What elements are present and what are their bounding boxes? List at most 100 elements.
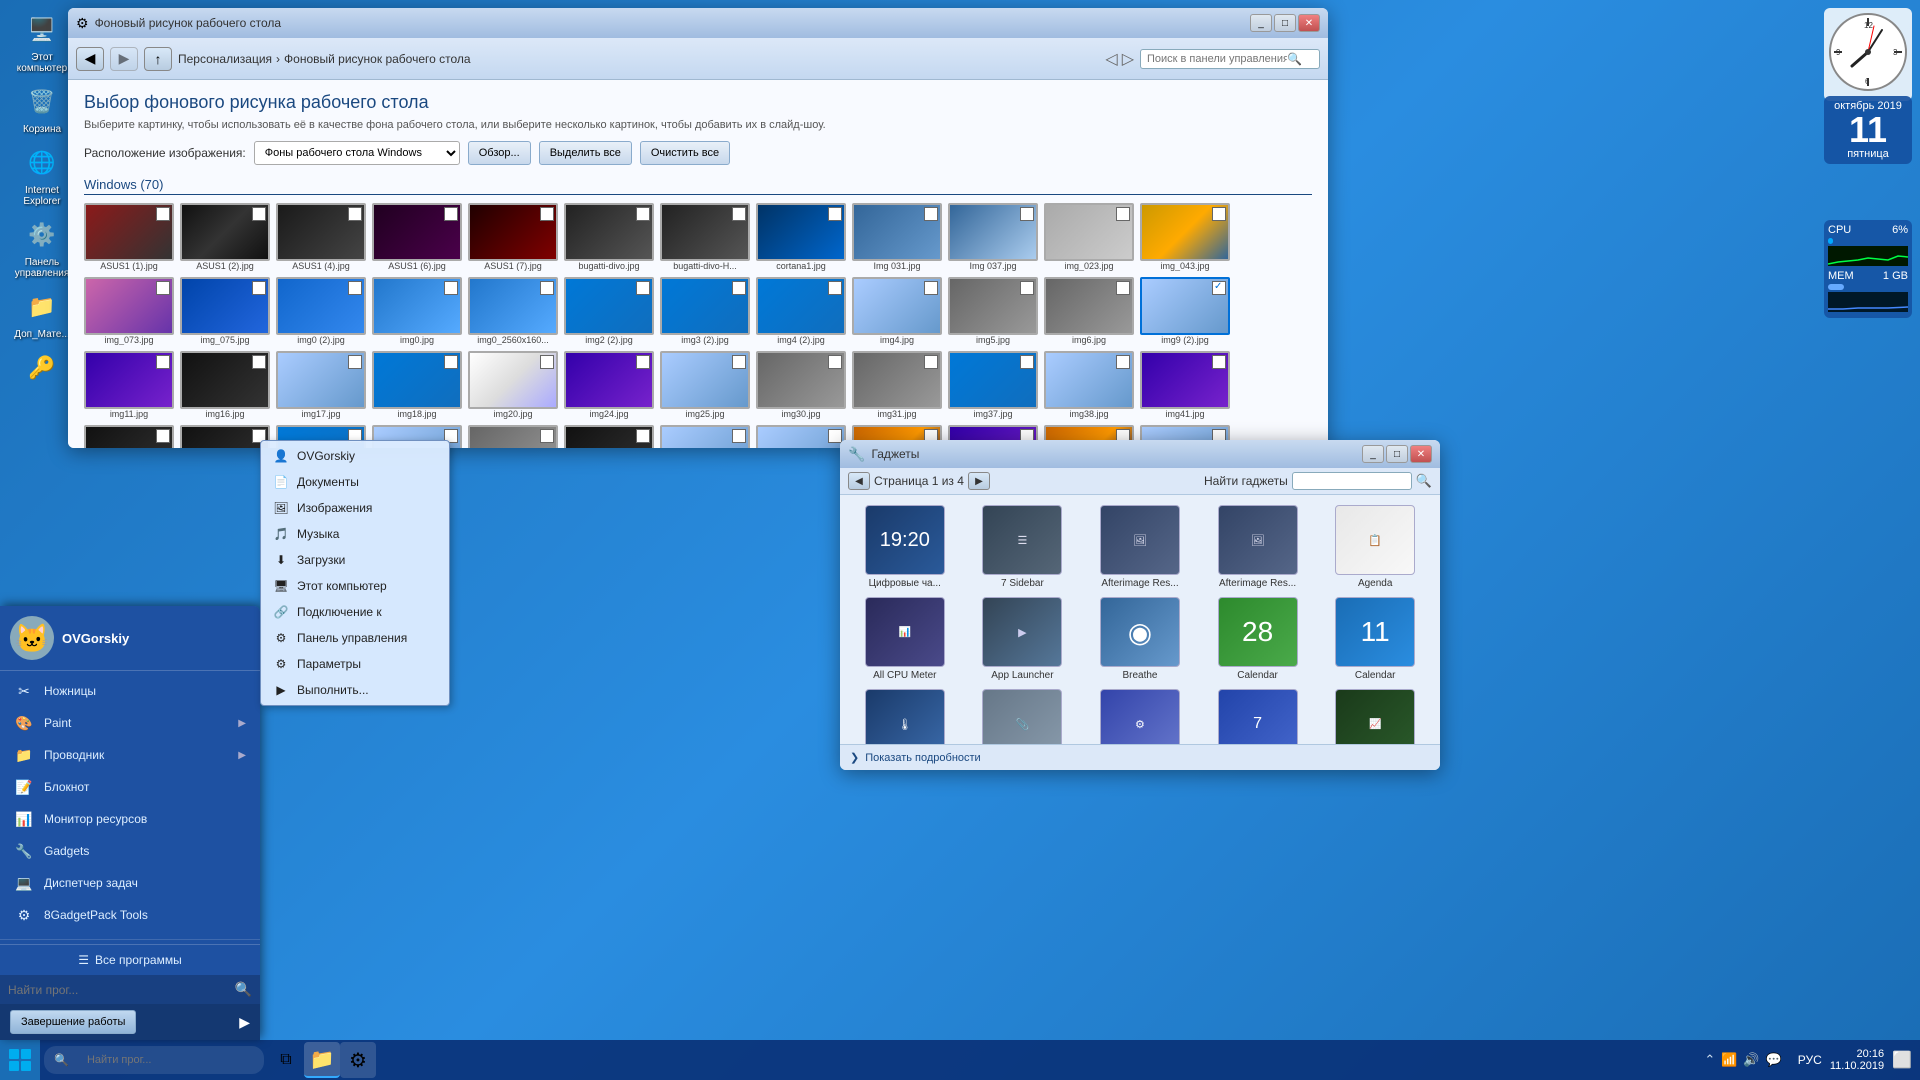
submenu-item-mypc[interactable]: 🖥 Этот компьютер	[261, 573, 449, 599]
submenu-item-downloads[interactable]: ⬇ Загрузки	[261, 547, 449, 573]
wallpaper-checkbox[interactable]	[348, 355, 362, 369]
select-all-button[interactable]: Выделить все	[539, 141, 632, 165]
location-select[interactable]: Фоны рабочего стола Windows	[254, 141, 460, 165]
gadget-item[interactable]: 📋 Agenda	[1320, 505, 1430, 589]
taskview-button[interactable]: ⧉	[268, 1042, 304, 1078]
wallpaper-item[interactable]: img37.jpg	[948, 351, 1038, 419]
wallpaper-checkbox[interactable]	[828, 281, 842, 295]
wallpaper-item[interactable]: img_075.jpg	[180, 277, 270, 345]
wallpaper-checkbox[interactable]	[444, 207, 458, 221]
submenu-item-settings[interactable]: ⚙ Параметры	[261, 651, 449, 677]
wallpaper-checkbox[interactable]	[924, 207, 938, 221]
desktop-icon-keys[interactable]: 🔑	[10, 348, 74, 390]
gadgets-prev-button[interactable]: ◀	[848, 472, 870, 490]
forward-button[interactable]: ▶	[110, 47, 138, 71]
wallpaper-checkbox[interactable]	[444, 355, 458, 369]
submenu-item-images[interactable]: 🖼 Изображения	[261, 495, 449, 521]
wallpaper-checkbox[interactable]	[156, 429, 170, 443]
wallpaper-item[interactable]: img30.jpg	[756, 351, 846, 419]
start-item-taskmgr[interactable]: 💻 Диспетчер задач	[0, 867, 260, 899]
taskbar-explorer-button[interactable]: 📁	[304, 1042, 340, 1078]
wallpaper-item[interactable]: img0.jpg	[372, 277, 462, 345]
wallpaper-checkbox[interactable]	[252, 281, 266, 295]
wallpaper-item[interactable]: img129.jpg	[180, 425, 270, 448]
language-indicator[interactable]: РУС	[1798, 1053, 1822, 1067]
submenu-item-user[interactable]: 👤 OVGorskiy	[261, 443, 449, 469]
wallpaper-checkbox[interactable]	[1212, 355, 1226, 369]
wallpaper-item[interactable]: img2 (2).jpg	[564, 277, 654, 345]
gadgets-close-button[interactable]: ✕	[1410, 445, 1432, 463]
wallpaper-item[interactable]: img38.jpg	[1044, 351, 1134, 419]
shutdown-arrow-icon[interactable]: ▶	[239, 1014, 250, 1031]
gadget-item[interactable]: 19:20 Цифровые ча...	[850, 505, 960, 589]
wallpaper-checkbox[interactable]	[1020, 355, 1034, 369]
submenu-item-run[interactable]: ▶ Выполнить...	[261, 677, 449, 703]
gadgets-search-icon[interactable]: 🔍	[1416, 473, 1432, 489]
wallpaper-checkbox[interactable]	[1116, 207, 1130, 221]
wallpaper-checkbox[interactable]	[540, 429, 554, 443]
gadget-item[interactable]: 🌡 Chameleon We...	[850, 689, 960, 744]
wallpaper-checkbox[interactable]	[540, 355, 554, 369]
wallpaper-checkbox[interactable]	[636, 207, 650, 221]
wallpaper-checkbox[interactable]	[828, 355, 842, 369]
gadget-item[interactable]: 🖼 Afterimage Res...	[1203, 505, 1313, 589]
all-programs-button[interactable]: ☰ Все программы	[0, 944, 260, 975]
gadgets-search-input[interactable]	[1292, 472, 1412, 490]
wallpaper-item[interactable]: img0 (2).jpg	[276, 277, 366, 345]
submenu-item-connect[interactable]: 🔗 Подключение к	[261, 599, 449, 625]
wallpaper-checkbox[interactable]	[636, 429, 650, 443]
up-button[interactable]: ↑	[144, 47, 172, 71]
wallpaper-item[interactable]: Img 031.jpg	[852, 203, 942, 271]
wallpaper-item[interactable]: img5.jpg	[948, 277, 1038, 345]
gadget-item[interactable]: ⚙ Control System	[1085, 689, 1195, 744]
wallpaper-item[interactable]: ASUS1 (4).jpg	[276, 203, 366, 271]
taskbar-clock[interactable]: 20:16 11.10.2019	[1830, 1048, 1884, 1072]
volume-icon[interactable]: 🔊	[1743, 1052, 1759, 1068]
start-button[interactable]	[0, 1040, 40, 1080]
wallpaper-item[interactable]: img24.jpg	[564, 351, 654, 419]
back-button[interactable]: ◀	[76, 47, 104, 71]
wallpaper-item[interactable]: ASUS1 (7).jpg	[468, 203, 558, 271]
wallpaper-checkbox[interactable]	[732, 207, 746, 221]
submenu-item-docs[interactable]: 📄 Документы	[261, 469, 449, 495]
wallpaper-item[interactable]: bugatti-divo-H...	[660, 203, 750, 271]
wallpaper-item[interactable]: ASUS1 (6).jpg	[372, 203, 462, 271]
start-item-explorer[interactable]: 📁 Проводник ▶	[0, 739, 260, 771]
taskbar-search-input[interactable]	[77, 1046, 227, 1074]
wallpaper-checkbox[interactable]	[156, 281, 170, 295]
start-item-scissors[interactable]: ✂ Ножницы	[0, 675, 260, 707]
minimize-button[interactable]: _	[1250, 14, 1272, 32]
wallpaper-item[interactable]: ASUS1 (2).jpg	[180, 203, 270, 271]
wallpaper-item[interactable]: img_023.jpg	[1044, 203, 1134, 271]
wallpaper-checkbox[interactable]	[348, 281, 362, 295]
wallpaper-item[interactable]: img20.jpg	[468, 351, 558, 419]
start-search-input[interactable]	[8, 983, 235, 997]
wallpaper-item[interactable]: img122.jpg	[84, 425, 174, 448]
submenu-item-music[interactable]: 🎵 Музыка	[261, 521, 449, 547]
wallpaper-item[interactable]: bugatti-divo.jpg	[564, 203, 654, 271]
wallpaper-item[interactable]: img_043.jpg	[1140, 203, 1230, 271]
wallpaper-checkbox[interactable]	[924, 355, 938, 369]
wallpaper-item[interactable]: imgx03.jpg	[468, 425, 558, 448]
gadget-item[interactable]: ▶ App Launcher	[968, 597, 1078, 681]
gadgets-maximize-button[interactable]: □	[1386, 445, 1408, 463]
desktop-icon-controlpanel[interactable]: ⚙️ Панель управления	[10, 215, 74, 279]
wallpaper-checkbox[interactable]	[924, 281, 938, 295]
wallpaper-item[interactable]: img41.jpg	[1140, 351, 1230, 419]
wallpaper-checkbox[interactable]	[252, 355, 266, 369]
gadget-item[interactable]: 📈 CPU Utilization	[1320, 689, 1430, 744]
search-bar[interactable]: 🔍	[1140, 49, 1320, 69]
desktop-icon-trash[interactable]: 🗑️ Корзина	[10, 82, 74, 135]
submenu-item-control[interactable]: ⚙ Панель управления	[261, 625, 449, 651]
wallpaper-checkbox[interactable]	[156, 355, 170, 369]
notification-icon[interactable]: ⬜	[1892, 1050, 1912, 1070]
gadget-item[interactable]: 7 Countdown	[1203, 689, 1313, 744]
wallpaper-checkbox[interactable]	[540, 207, 554, 221]
gadget-item[interactable]: ◉ Breathe	[1085, 597, 1195, 681]
wallpaper-checkbox[interactable]	[156, 207, 170, 221]
wallpaper-item[interactable]: img25.jpg	[660, 351, 750, 419]
wallpaper-item[interactable]: img17.jpg	[276, 351, 366, 419]
wallpaper-checkbox[interactable]	[828, 429, 842, 443]
wallpaper-checkbox[interactable]	[1212, 281, 1226, 295]
maximize-button[interactable]: □	[1274, 14, 1296, 32]
